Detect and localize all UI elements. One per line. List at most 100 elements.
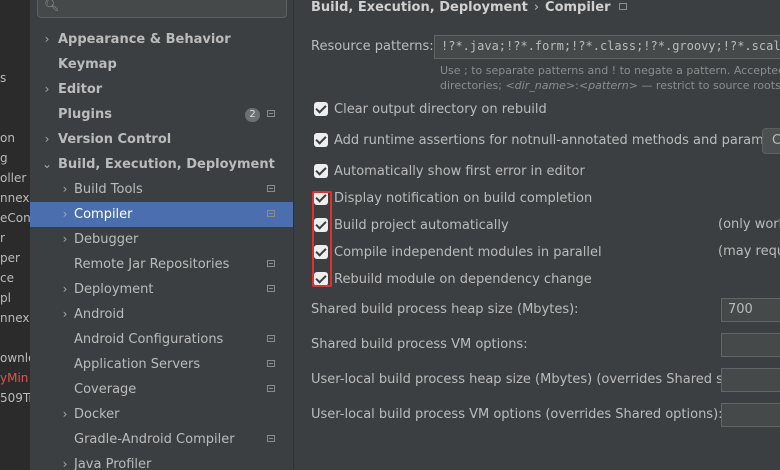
sidebar-item[interactable]: › Editor: [30, 77, 293, 102]
project-scope-icon: [267, 110, 275, 117]
background-text-line: ce: [0, 271, 14, 285]
project-scope-icon: [267, 435, 275, 442]
chevron-right-icon[interactable]: ›: [59, 302, 71, 327]
background-window-panel: s on g oller nnexC eCon r per ce pl nnex1 ownlo yMin…: [0, 0, 30, 470]
checkbox[interactable]: [314, 102, 328, 116]
resource-patterns-value: !?*.java;!?*.form;!?*.class;!?*.groovy;!…: [441, 39, 780, 53]
sidebar-item[interactable]: › Build Tools: [30, 177, 293, 202]
user-heap-label: User-local build process heap size (Mbyt…: [311, 372, 751, 387]
background-text-line: on: [0, 131, 15, 145]
sidebar-item-label: Version Control: [58, 132, 172, 147]
sidebar-item[interactable]: › Java Profiler: [30, 452, 293, 470]
configure-annotations-button[interactable]: C: [762, 128, 780, 154]
sidebar-item-label: Compiler: [74, 207, 133, 222]
chevron-right-icon[interactable]: ›: [59, 202, 71, 227]
sidebar-item-label: Coverage: [74, 382, 137, 397]
user-vm-input[interactable]: [721, 403, 780, 427]
background-text-line: nnex1: [0, 311, 30, 325]
chevron-right-icon[interactable]: ›: [59, 452, 71, 470]
project-scope-icon: [267, 360, 275, 367]
sidebar-item-label: Android: [74, 307, 125, 322]
build-auto-note: (only work: [718, 217, 780, 232]
checkbox[interactable]: [314, 164, 328, 178]
sidebar-item[interactable]: › Version Control: [30, 127, 293, 152]
compiler-settings-panel: Build, Execution, Deployment › Compiler Re…: [294, 0, 780, 470]
sidebar-item[interactable]: › Appearance & Behavior: [30, 27, 293, 52]
sidebar-item[interactable]: › Android: [30, 302, 293, 327]
checkbox-label: Compile independent modules in parallel: [334, 245, 602, 260]
checkbox-label: Automatically show first error in editor: [334, 164, 585, 179]
sidebar-item[interactable]: › Compiler: [30, 202, 293, 227]
background-text-line: eCon: [0, 211, 30, 225]
checkbox-label: Add runtime assertions for notnull-annot…: [334, 133, 780, 148]
sidebar-item[interactable]: Application Servers: [30, 352, 293, 377]
chevron-right-icon[interactable]: ›: [59, 277, 71, 302]
sidebar-item[interactable]: Plugins 2: [30, 102, 293, 127]
sidebar-item[interactable]: › Docker: [30, 402, 293, 427]
shared-heap-label: Shared build process heap size (Mbytes):: [311, 302, 579, 317]
checkbox-label: Build project automatically: [334, 218, 509, 233]
checkbox[interactable]: [314, 133, 328, 147]
settings-search-input[interactable]: 🔍︎: [37, 0, 287, 18]
project-scope-icon: [618, 3, 627, 10]
shared-heap-input[interactable]: 700: [721, 298, 780, 322]
resource-patterns-hint-1: Use ; to separate patterns and ! to nega…: [440, 64, 780, 77]
sidebar-item[interactable]: › Debugger: [30, 227, 293, 252]
project-scope-icon: [267, 185, 275, 192]
shared-vm-label: Shared build process VM options:: [311, 337, 528, 352]
chevron-right-icon[interactable]: ›: [41, 127, 53, 152]
sidebar-item-label: Appearance & Behavior: [58, 32, 231, 47]
search-icon: 🔍︎: [44, 0, 60, 12]
project-scope-icon: [267, 260, 275, 267]
chevron-down-icon[interactable]: ⌄: [41, 152, 53, 177]
sidebar-item[interactable]: Remote Jar Repositories: [30, 252, 293, 277]
chevron-right-icon[interactable]: ›: [59, 227, 71, 252]
checkbox-label: Clear output directory on rebuild: [334, 102, 547, 117]
sidebar-item-label: Application Servers: [74, 357, 201, 372]
resource-patterns-hint-2: directories; <dir_name>:<pattern> — rest…: [440, 79, 780, 92]
background-text-line: yMin: [0, 371, 29, 385]
background-text-line: oller: [0, 171, 27, 185]
sidebar-item-label: Keymap: [58, 57, 117, 72]
project-scope-icon: [267, 385, 275, 392]
project-scope-icon: [267, 285, 275, 292]
user-vm-label: User-local build process VM options (ove…: [311, 407, 723, 422]
sidebar-item-label: Deployment: [74, 282, 154, 297]
background-text-line: 509Tr: [0, 391, 30, 405]
breadcrumb: Build, Execution, Deployment › Compiler: [311, 0, 627, 15]
checkbox-label: Display notification on build completion: [334, 191, 593, 206]
sidebar-item[interactable]: Android Configurations: [30, 327, 293, 352]
background-text-line: g: [0, 151, 8, 165]
sidebar-item-label: Editor: [58, 82, 103, 97]
resource-patterns-label: Resource patterns:: [311, 39, 434, 54]
sidebar-item[interactable]: ⌄ Build, Execution, Deployment: [30, 152, 293, 177]
sidebar-item-label: Debugger: [74, 232, 139, 247]
background-text-line: ownlo: [0, 351, 30, 365]
background-text-line: pl: [0, 291, 11, 305]
resource-patterns-input[interactable]: !?*.java;!?*.form;!?*.class;!?*.groovy;!…: [434, 35, 780, 59]
sidebar-item-label: Remote Jar Repositories: [74, 257, 230, 272]
background-text-line: nnexC: [0, 191, 30, 205]
sidebar-item[interactable]: Gradle-Android Compiler: [30, 427, 293, 452]
sidebar-item-label: Build, Execution, Deployment: [58, 157, 275, 172]
sidebar-item[interactable]: Coverage: [30, 377, 293, 402]
breadcrumb-separator: ›: [533, 0, 540, 15]
project-scope-icon: [267, 210, 275, 217]
checkbox-label: Rebuild module on dependency change: [334, 272, 592, 287]
chevron-right-icon[interactable]: ›: [59, 402, 71, 427]
sidebar-item-label: Android Configurations: [74, 332, 224, 347]
sidebar-item[interactable]: › Deployment: [30, 277, 293, 302]
chevron-right-icon[interactable]: ›: [59, 177, 71, 202]
shared-vm-input[interactable]: [721, 333, 780, 357]
chevron-right-icon[interactable]: ›: [41, 27, 53, 52]
parallel-note: (may requi: [718, 244, 780, 259]
background-text-line: per: [0, 251, 20, 265]
user-heap-input[interactable]: [721, 368, 780, 392]
sidebar-item-label: Build Tools: [74, 182, 143, 197]
shared-heap-value: 700: [728, 302, 753, 317]
sidebar-item[interactable]: Keymap: [30, 52, 293, 77]
sidebar-item-label: Docker: [74, 407, 120, 422]
background-text-line: r: [0, 231, 5, 245]
updates-badge: 2: [245, 108, 260, 122]
chevron-right-icon[interactable]: ›: [41, 77, 53, 102]
